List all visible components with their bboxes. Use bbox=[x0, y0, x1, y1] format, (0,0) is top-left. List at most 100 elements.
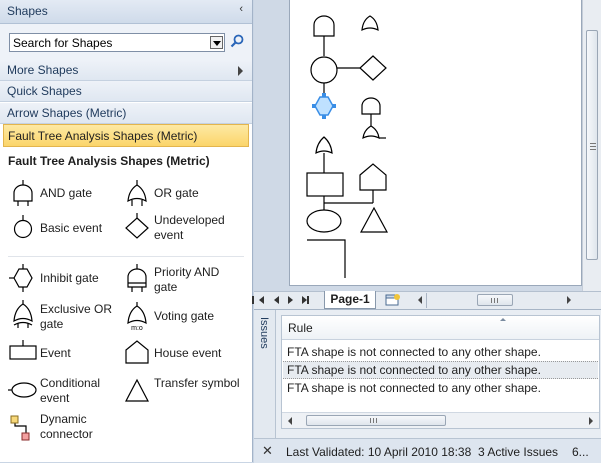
stencil-fault-tree[interactable]: Fault Tree Analysis Shapes (Metric) bbox=[3, 124, 249, 147]
conditional-event-shape bbox=[306, 209, 342, 233]
shapes-panel: Shapes ‹ More Shapes Quick Shapes Arrow … bbox=[0, 0, 253, 462]
issues-list[interactable]: Rule FTA shape is not connected to any o… bbox=[281, 315, 600, 429]
house-event-icon bbox=[125, 340, 149, 364]
drawing-page[interactable] bbox=[289, 0, 582, 286]
stencil-title: Fault Tree Analysis Shapes (Metric) bbox=[8, 154, 210, 168]
exclusive-or-gate-icon bbox=[13, 300, 33, 328]
vertical-scroll-thumb[interactable] bbox=[586, 30, 598, 260]
event-icon bbox=[9, 340, 37, 360]
scroll-left-icon[interactable] bbox=[418, 296, 422, 304]
shapes-panel-header: Shapes ‹ bbox=[0, 0, 252, 24]
master-label: Undeveloped event bbox=[154, 213, 225, 242]
issues-horizontal-scrollbar[interactable] bbox=[282, 412, 599, 428]
master-label: AND gate bbox=[40, 186, 93, 200]
stencil-arrow-shapes[interactable]: Arrow Shapes (Metric) bbox=[0, 103, 252, 124]
master-house-event[interactable]: House event bbox=[122, 338, 242, 374]
chevron-right-icon bbox=[238, 66, 243, 76]
insert-page-icon[interactable] bbox=[384, 293, 402, 307]
issues-scroll-thumb[interactable] bbox=[306, 415, 446, 426]
master-transfer-symbol[interactable]: Transfer symbol bbox=[122, 374, 242, 410]
or-gate-shape bbox=[315, 136, 333, 155]
search-box[interactable] bbox=[9, 33, 225, 52]
shapes-panel-title: Shapes bbox=[7, 4, 48, 18]
last-validated-text: Last Validated: 10 April 2010 18:38 bbox=[286, 445, 472, 459]
issues-side-label: Issues bbox=[258, 317, 270, 349]
sort-indicator-icon bbox=[500, 318, 506, 321]
scroll-right-icon[interactable] bbox=[589, 417, 593, 425]
master-label: Inhibit gate bbox=[40, 271, 99, 285]
drawing-area[interactable] bbox=[254, 0, 601, 291]
and-gate-icon bbox=[13, 180, 33, 206]
fault-tree-drawing[interactable] bbox=[290, 0, 583, 286]
master-label: House event bbox=[154, 346, 222, 360]
inhibit-gate-icon bbox=[9, 264, 33, 292]
master-label: Conditional event bbox=[40, 376, 101, 405]
house-event-shape bbox=[359, 163, 387, 191]
last-page-icon[interactable] bbox=[302, 296, 309, 304]
horizontal-scrollbar[interactable] bbox=[426, 293, 578, 308]
dynamic-connector-icon bbox=[10, 415, 30, 441]
master-or-gate[interactable]: OR gate bbox=[122, 179, 242, 215]
stencil-more-shapes[interactable]: More Shapes bbox=[0, 60, 252, 81]
horizontal-scroll-thumb[interactable] bbox=[477, 294, 513, 306]
basic-event-shape bbox=[310, 56, 338, 84]
previous-page-icon[interactable] bbox=[274, 296, 279, 304]
master-label: OR gate bbox=[154, 186, 199, 200]
master-label: Basic event bbox=[40, 221, 103, 235]
master-event[interactable]: Event bbox=[8, 338, 128, 374]
next-page-icon[interactable] bbox=[288, 296, 293, 304]
close-icon[interactable]: ✕ bbox=[262, 443, 273, 459]
master-undeveloped-event[interactable]: Undeveloped event bbox=[122, 211, 242, 247]
master-and-gate[interactable]: AND gate bbox=[8, 179, 128, 215]
master-label: Priority AND gate bbox=[154, 265, 220, 294]
issues-window: Issues Rule FTA shape is not connected t… bbox=[254, 309, 601, 463]
issues-side-tab[interactable]: Issues bbox=[254, 310, 276, 438]
collapse-panel-button[interactable]: ‹ bbox=[239, 3, 243, 15]
scroll-left-icon[interactable] bbox=[288, 417, 292, 425]
status-overflow-text: 6... bbox=[572, 445, 589, 459]
transfer-symbol-icon bbox=[125, 378, 149, 402]
undeveloped-event-shape bbox=[359, 55, 387, 81]
magnifier-icon[interactable] bbox=[230, 34, 244, 48]
and-gate-shape bbox=[313, 15, 335, 37]
and-gate-shape bbox=[361, 97, 381, 115]
search-dropdown-button[interactable] bbox=[210, 36, 223, 49]
conditional-event-icon bbox=[8, 382, 37, 398]
undeveloped-event-icon bbox=[125, 213, 149, 239]
basic-event-icon bbox=[13, 215, 33, 239]
selected-shape[interactable] bbox=[312, 93, 336, 119]
voting-gate-icon-text: m:o bbox=[131, 325, 143, 332]
master-priority-and-gate[interactable]: Priority AND gate bbox=[122, 263, 242, 299]
master-dynamic-connector[interactable]: Dynamic connector bbox=[8, 412, 128, 448]
master-exclusive-or-gate[interactable]: Exclusive OR gate bbox=[8, 299, 128, 335]
master-label: Voting gate bbox=[154, 309, 215, 323]
scroll-right-icon[interactable] bbox=[567, 296, 571, 304]
vertical-scrollbar[interactable] bbox=[582, 0, 601, 291]
active-issues-count: 3 Active Issues bbox=[478, 445, 559, 459]
search-row bbox=[0, 24, 252, 60]
stencil-quick-shapes[interactable]: Quick Shapes bbox=[0, 81, 252, 102]
stencil-label: Quick Shapes bbox=[7, 84, 82, 98]
master-inhibit-gate[interactable]: Inhibit gate bbox=[8, 263, 128, 299]
master-label: Event bbox=[40, 346, 71, 360]
transfer-symbol-shape bbox=[359, 206, 389, 233]
issue-row[interactable]: FTA shape is not connected to any other … bbox=[283, 343, 598, 361]
master-voting-gate[interactable]: m:o Voting gate bbox=[122, 301, 242, 337]
tab-page-1[interactable]: Page-1 bbox=[324, 291, 376, 309]
search-input[interactable] bbox=[10, 34, 206, 51]
voting-gate-icon: m:o bbox=[127, 302, 147, 332]
section-divider bbox=[8, 256, 244, 257]
or-gate-shape bbox=[361, 15, 379, 32]
master-basic-event[interactable]: Basic event bbox=[8, 213, 128, 249]
issue-row-selected[interactable]: FTA shape is not connected to any other … bbox=[283, 361, 598, 379]
issues-column-header[interactable]: Rule bbox=[282, 316, 599, 340]
stencil-label: Arrow Shapes (Metric) bbox=[7, 106, 127, 120]
master-label: Transfer symbol bbox=[154, 376, 240, 390]
master-label: Exclusive OR gate bbox=[40, 302, 113, 331]
column-rule-label: Rule bbox=[288, 321, 313, 335]
first-page-icon[interactable] bbox=[252, 296, 264, 304]
issue-row[interactable]: FTA shape is not connected to any other … bbox=[283, 379, 598, 397]
issues-status-bar: ✕ Last Validated: 10 April 2010 18:38 3 … bbox=[254, 438, 601, 463]
master-conditional-event[interactable]: Conditional event bbox=[8, 374, 128, 410]
page-tab-bar: Page-1 bbox=[252, 291, 601, 309]
